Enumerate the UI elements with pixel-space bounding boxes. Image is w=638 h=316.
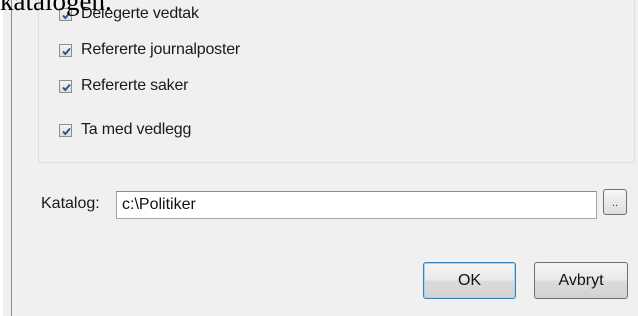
browse-button[interactable]: .. — [603, 189, 627, 215]
checkmark-icon — [62, 83, 71, 91]
cancel-button[interactable]: Avbryt — [534, 262, 628, 299]
checkbox-refererte-saker[interactable] — [59, 79, 72, 93]
caption-text: katalogen. — [0, 0, 112, 16]
checkbox-refererte-journalposter[interactable] — [59, 43, 72, 57]
checkbox-row-refererte-saker[interactable]: Refererte saker — [59, 76, 188, 96]
export-dialog: Delegerte vedtak Refererte journalposter… — [0, 0, 638, 316]
checkbox-label: Ta med vedlegg — [81, 121, 192, 138]
catalog-label: Katalog: — [41, 195, 100, 212]
checkmark-icon — [62, 127, 71, 135]
checkbox-row-refererte-journalposter[interactable]: Refererte journalposter — [59, 40, 240, 60]
checkbox-label: Refererte saker — [81, 77, 189, 94]
checkbox-label: Refererte journalposter — [81, 41, 241, 58]
checkmark-icon — [62, 47, 71, 55]
catalog-input[interactable] — [116, 191, 597, 219]
checkbox-row-ta-med-vedlegg[interactable]: Ta med vedlegg — [59, 120, 191, 140]
ok-button[interactable]: OK — [423, 262, 516, 299]
checkbox-ta-med-vedlegg[interactable] — [59, 123, 72, 137]
frame-edge — [11, 0, 12, 316]
